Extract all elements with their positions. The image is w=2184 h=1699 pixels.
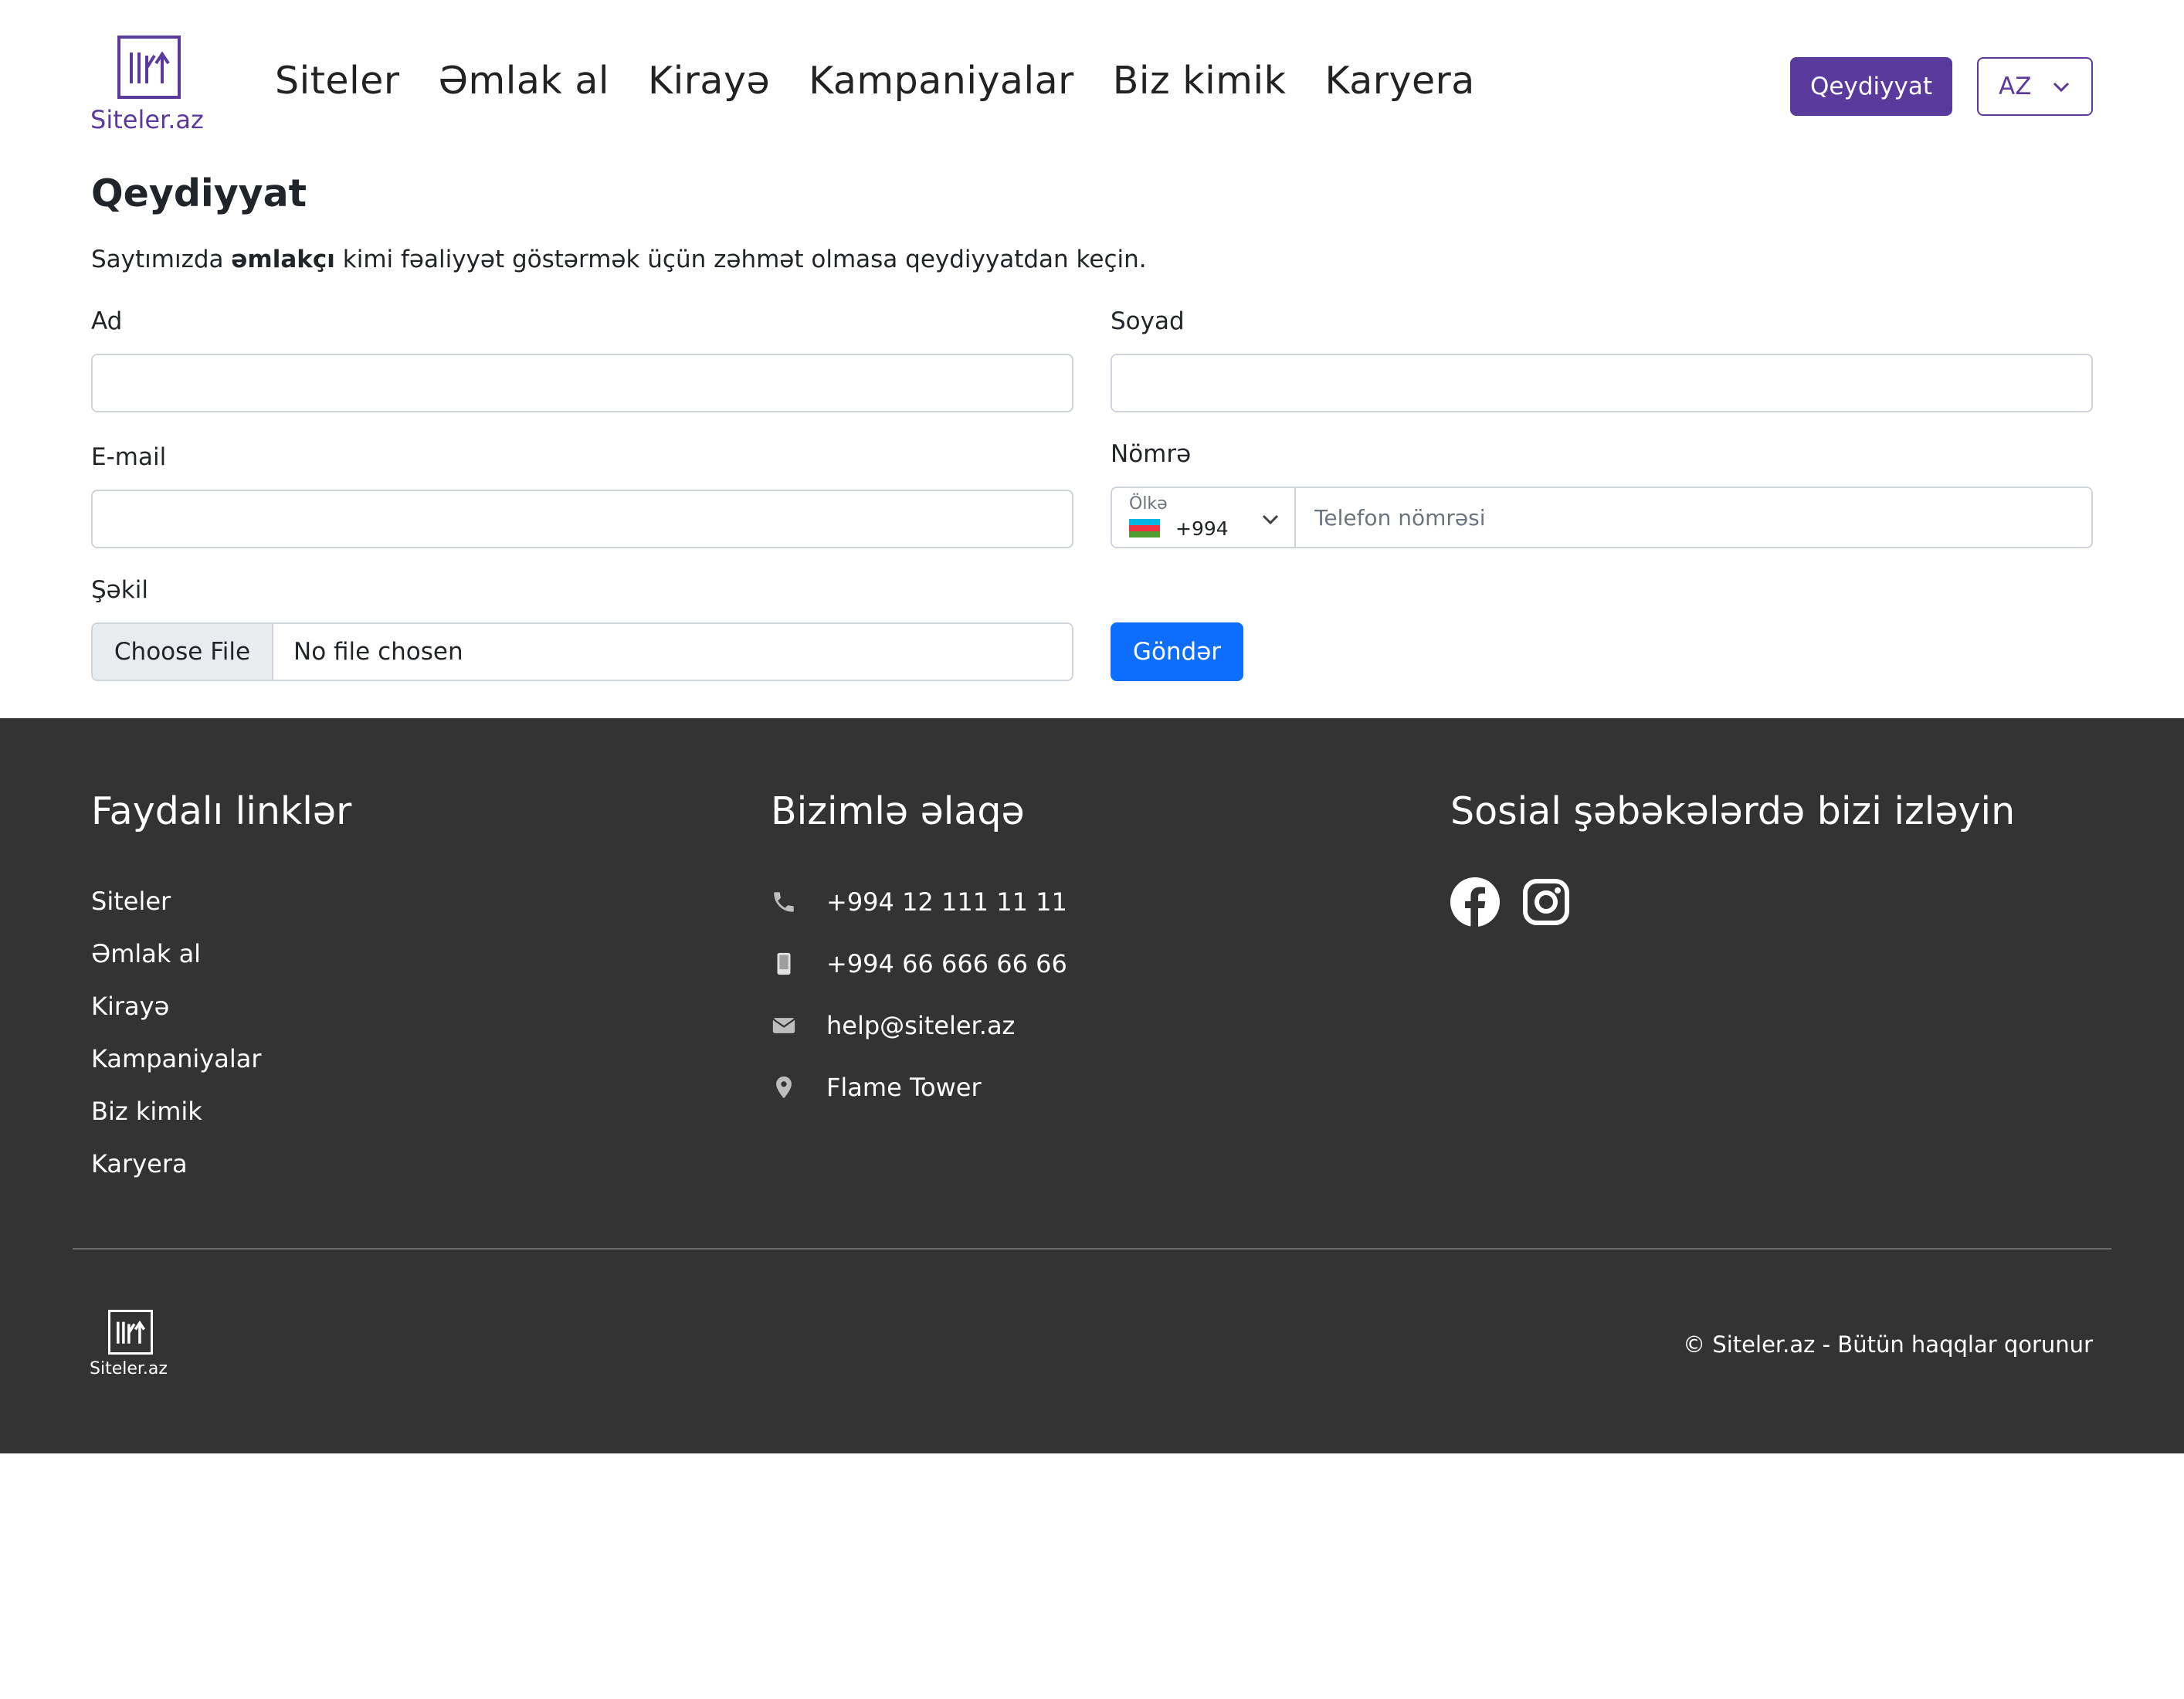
nav-item-kiraye[interactable]: Kirayə: [648, 59, 770, 103]
language-value: AZ: [1999, 73, 2032, 100]
contact-mobile[interactable]: +994 66 666 66 66: [771, 933, 1067, 995]
footer-link-siteler[interactable]: Siteler: [91, 887, 262, 939]
copyright-text: © Siteler.az - Bütün haqqlar qorunur: [1683, 1331, 2093, 1358]
facebook-icon[interactable]: [1450, 877, 1500, 927]
instagram-icon[interactable]: [1521, 877, 1571, 927]
file-status: No file chosen: [293, 638, 463, 666]
site-logo[interactable]: Siteler.az: [90, 36, 205, 139]
nav-item-kampaniyalar[interactable]: Kampaniyalar: [809, 59, 1074, 103]
footer-logo[interactable]: Siteler.az: [90, 1310, 175, 1387]
first-name-label: Ad: [91, 307, 123, 335]
social-links: [1450, 877, 1571, 927]
photo-file-input[interactable]: Choose File No file chosen: [91, 622, 1073, 681]
phone-field: Ölkə +994 Telefon nömrəsi: [1111, 487, 2093, 548]
footer-link-emlak-al[interactable]: Əmlak al: [91, 939, 262, 992]
contact-heading: Bizimlə əlaqə: [771, 789, 1025, 833]
nav-item-siteler[interactable]: Siteler: [275, 59, 399, 103]
contact-email[interactable]: help@siteler.az: [771, 995, 1067, 1056]
intro-text: Saytımızda əmlakçı kimi fəaliyyət göstər…: [91, 246, 1147, 273]
footer-logo-text: Siteler.az: [90, 1359, 168, 1379]
submit-button[interactable]: Göndər: [1111, 622, 1243, 681]
chevron-down-icon: [2053, 82, 2070, 93]
contact-mobile-text: +994 66 666 66 66: [826, 949, 1067, 978]
nav-item-emlak-al[interactable]: Əmlak al: [438, 59, 609, 103]
footer-link-kampaniyalar[interactable]: Kampaniyalar: [91, 1044, 262, 1097]
footer-divider: [73, 1248, 2111, 1250]
first-name-input[interactable]: [91, 354, 1073, 412]
phone-icon: [771, 889, 826, 915]
footer-link-karyera[interactable]: Karyera: [91, 1149, 262, 1202]
nav-item-biz-kimik[interactable]: Biz kimik: [1113, 59, 1287, 103]
useful-links-heading: Faydalı linklər: [91, 789, 352, 833]
site-footer: Faydalı linklər Bizimlə əlaqə Sosial şəb…: [0, 718, 2184, 1453]
contact-email-text: help@siteler.az: [826, 1011, 1016, 1040]
footer-logo-mark: [108, 1310, 153, 1355]
language-select[interactable]: AZ: [1977, 57, 2093, 116]
footer-links: Siteler Əmlak al Kirayə Kampaniyalar Biz…: [91, 887, 262, 1202]
contact-list: +994 12 111 11 11 +994 66 666 66 66 help…: [771, 871, 1067, 1118]
country-label: Ölkə: [1129, 494, 1168, 514]
azerbaijan-flag-icon: [1129, 519, 1160, 538]
register-button[interactable]: Qeydiyyat: [1790, 57, 1952, 116]
phone-input[interactable]: Telefon nömrəsi: [1296, 488, 2091, 547]
email-label: E-mail: [91, 443, 167, 471]
site-header: Siteler.az Siteler Əmlak al Kirayə Kampa…: [0, 0, 2184, 154]
country-select[interactable]: Ölkə +994: [1112, 488, 1296, 547]
phone-label: Nömrə: [1111, 440, 1192, 468]
social-heading: Sosial şəbəkələrdə bizi izləyin: [1450, 789, 2016, 833]
footer-link-kiraye[interactable]: Kirayə: [91, 992, 262, 1044]
chevron-down-icon: [1262, 514, 1279, 525]
logo-mark: [117, 36, 181, 99]
envelope-icon: [771, 1012, 826, 1039]
contact-phone-text: +994 12 111 11 11: [826, 887, 1067, 917]
footer-link-biz-kimik[interactable]: Biz kimik: [91, 1097, 262, 1149]
contact-phone[interactable]: +994 12 111 11 11: [771, 871, 1067, 933]
nav-item-karyera[interactable]: Karyera: [1325, 59, 1475, 103]
last-name-label: Soyad: [1111, 307, 1185, 335]
mobile-icon: [771, 951, 826, 977]
contact-address[interactable]: Flame Tower: [771, 1056, 1067, 1118]
page-title: Qeydiyyat: [91, 171, 307, 215]
logo-text: Siteler.az: [90, 105, 204, 134]
photo-label: Şəkil: [91, 576, 148, 604]
intro-bold: əmlakçı: [231, 246, 335, 273]
last-name-input[interactable]: [1111, 354, 2093, 412]
map-pin-icon: [771, 1074, 826, 1100]
email-input[interactable]: [91, 490, 1073, 548]
contact-address-text: Flame Tower: [826, 1073, 982, 1102]
main-nav: Siteler Əmlak al Kirayə Kampaniyalar Biz…: [275, 59, 1475, 103]
country-code: +994: [1175, 517, 1229, 540]
choose-file-button[interactable]: Choose File: [93, 624, 273, 680]
